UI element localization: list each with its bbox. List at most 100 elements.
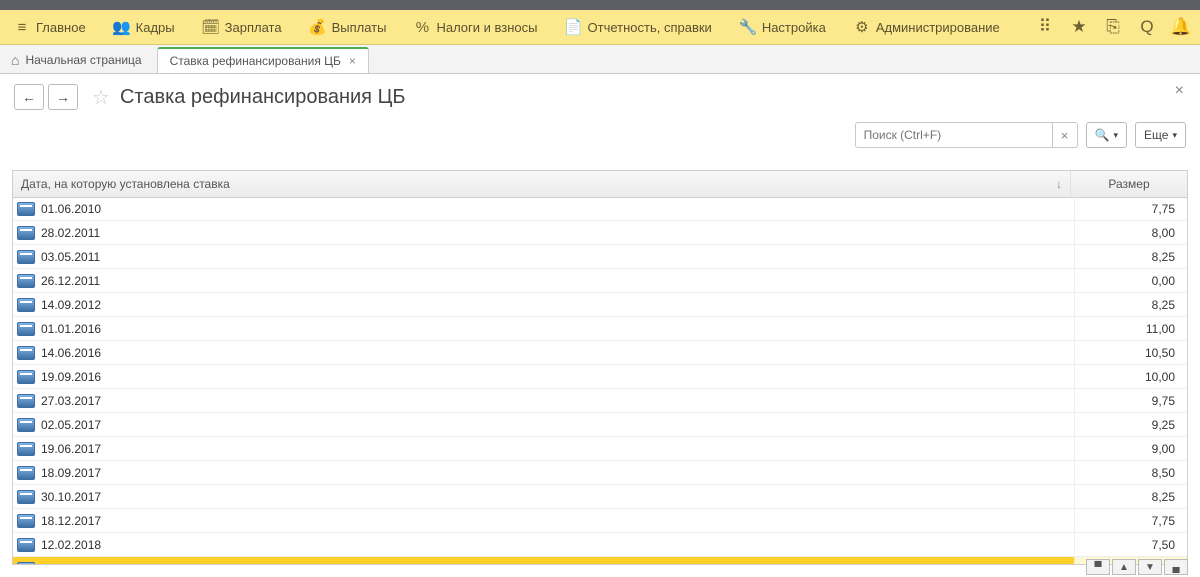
table-row[interactable]: 28.02.20118,00 (13, 221, 1187, 245)
page-close-icon[interactable]: × (1175, 82, 1184, 100)
menu-item-7[interactable]: ⚙ Администрирование (840, 10, 1014, 44)
scroll-controls: ▀ ▲ ▼ ▄ (1086, 559, 1188, 575)
menu-item-label: Главное (36, 20, 86, 35)
menu-item-4[interactable]: % Налоги и взносы (400, 10, 551, 44)
menu-right-icon-0[interactable]: ⠿ (1034, 16, 1056, 38)
record-icon (13, 250, 39, 264)
menu-item-3[interactable]: 💰Выплаты (296, 10, 401, 44)
menu-right-icon-3[interactable]: Q (1136, 16, 1158, 38)
nav-forward-button[interactable]: → (48, 84, 78, 110)
table-row[interactable]: 12.02.20187,50 (13, 533, 1187, 557)
page-title: Ставка рефинансирования ЦБ (120, 86, 406, 109)
search-clear-button[interactable]: × (1052, 123, 1077, 147)
scroll-down-button[interactable]: ▼ (1138, 559, 1162, 575)
table-row[interactable]: 03.05.20118,25 (13, 245, 1187, 269)
cell-size: 7,75 (1074, 197, 1187, 220)
menu-icon: ≡ (14, 19, 30, 35)
scroll-top-button[interactable]: ▀ (1086, 559, 1110, 575)
favorite-star-icon[interactable]: ☆ (92, 85, 110, 110)
menu-item-label: Администрирование (876, 20, 1000, 35)
cell-date: 30.10.2017 (39, 490, 1074, 504)
menu-icon: % (414, 19, 430, 35)
table-row[interactable]: 14.09.20128,25 (13, 293, 1187, 317)
main-menu-bar: ≡ Главное 👥Кадры🗓Зарплата💰Выплаты% Налоги и… (0, 10, 1200, 45)
menu-item-label: Налоги и взносы (436, 20, 537, 35)
tabs-bar: ⌂ Начальная страница Ставка рефинансиров… (0, 45, 1200, 74)
table-row[interactable]: 30.10.20178,25 (13, 485, 1187, 509)
cell-size: 10,50 (1074, 341, 1187, 364)
chevron-down-icon: ▾ (1172, 130, 1177, 141)
tab-active-label: Ставка рефинансирования ЦБ (170, 54, 341, 68)
search-icon: 🔍 (1095, 128, 1110, 142)
menu-item-5[interactable]: 📄 Отчетность, справки (552, 10, 726, 44)
search-input[interactable] (856, 124, 1052, 146)
cell-date: 26.12.2011 (39, 274, 1074, 288)
menu-icon: 👥 (114, 19, 130, 35)
menu-icon: ⚙ (854, 19, 870, 35)
record-icon (13, 322, 39, 336)
table-row[interactable]: 27.03.20179,75 (13, 389, 1187, 413)
record-icon (13, 466, 39, 480)
cell-date: 19.09.2016 (39, 370, 1074, 384)
tab-home[interactable]: ⌂ Начальная страница (4, 45, 155, 73)
menu-icon: 📄 (566, 19, 582, 35)
cell-date: 18.12.2017 (39, 514, 1074, 528)
menu-right-icon-2[interactable]: ⎘ (1102, 16, 1124, 38)
table-row[interactable]: 19.06.20179,00 (13, 437, 1187, 461)
menu-item-6[interactable]: 🔧Настройка (726, 10, 840, 44)
menu-item-label: Отчетность, справки (588, 20, 712, 35)
nav-back-button[interactable]: ← (14, 84, 44, 110)
record-icon (13, 562, 39, 565)
cell-date: 26.03.2018 (39, 562, 1074, 565)
cell-date: 03.05.2011 (39, 250, 1074, 264)
menu-item-1[interactable]: 👥Кадры (100, 10, 189, 44)
table-row[interactable]: 26.03.20187,25 (13, 557, 1187, 564)
cell-date: 19.06.2017 (39, 442, 1074, 456)
cell-size: 7,75 (1074, 509, 1187, 532)
table-row[interactable]: 18.09.20178,50 (13, 461, 1187, 485)
table-row[interactable]: 14.06.201610,50 (13, 341, 1187, 365)
record-icon (13, 226, 39, 240)
menu-item-2[interactable]: 🗓Зарплата (189, 10, 296, 44)
table-row[interactable]: 18.12.20177,75 (13, 509, 1187, 533)
table-row[interactable]: 01.06.20107,75 (13, 197, 1187, 221)
table-row[interactable]: 01.01.201611,00 (13, 317, 1187, 341)
cell-size: 8,25 (1074, 485, 1187, 508)
search-run-button[interactable]: 🔍 ▾ (1086, 122, 1127, 148)
record-icon (13, 298, 39, 312)
cell-size: 9,00 (1074, 437, 1187, 460)
tab-active[interactable]: Ставка рефинансирования ЦБ × (157, 47, 369, 73)
menu-icon: 🔧 (740, 19, 756, 35)
menu-right-icon-1[interactable]: ★ (1068, 16, 1090, 38)
table-row[interactable]: 02.05.20179,25 (13, 413, 1187, 437)
cell-date: 28.02.2011 (39, 226, 1074, 240)
cell-size: 8,25 (1074, 245, 1187, 268)
rates-table: Дата, на которую установлена ставка Разм… (12, 170, 1188, 565)
record-icon (13, 370, 39, 384)
cell-date: 14.09.2012 (39, 298, 1074, 312)
cell-size: 9,75 (1074, 389, 1187, 412)
record-icon (13, 202, 39, 216)
cell-date: 14.06.2016 (39, 346, 1074, 360)
cell-size: 11,00 (1074, 317, 1187, 340)
cell-date: 12.02.2018 (39, 538, 1074, 552)
close-icon[interactable]: × (349, 54, 356, 68)
scroll-bottom-button[interactable]: ▄ (1164, 559, 1188, 575)
col-header-size[interactable]: Размер (1071, 171, 1187, 197)
table-row[interactable]: 19.09.201610,00 (13, 365, 1187, 389)
more-actions-button[interactable]: Еще ▾ (1135, 122, 1186, 148)
cell-size: 8,00 (1074, 221, 1187, 244)
record-icon (13, 394, 39, 408)
page-header: ← → ☆ Ставка рефинансирования ЦБ × (0, 74, 1200, 116)
record-icon (13, 514, 39, 528)
menu-item-0[interactable]: ≡ Главное (0, 10, 100, 44)
tab-home-label: Начальная страница (25, 53, 141, 67)
col-header-date[interactable]: Дата, на которую установлена ставка (13, 171, 1071, 197)
cell-date: 27.03.2017 (39, 394, 1074, 408)
menu-item-label: Выплаты (332, 20, 387, 35)
scroll-up-button[interactable]: ▲ (1112, 559, 1136, 575)
table-row[interactable]: 26.12.20110,00 (13, 269, 1187, 293)
menu-right-icon-4[interactable]: 🔔 (1170, 16, 1192, 38)
menu-item-label: Зарплата (225, 20, 282, 35)
cell-size: 0,00 (1074, 269, 1187, 292)
